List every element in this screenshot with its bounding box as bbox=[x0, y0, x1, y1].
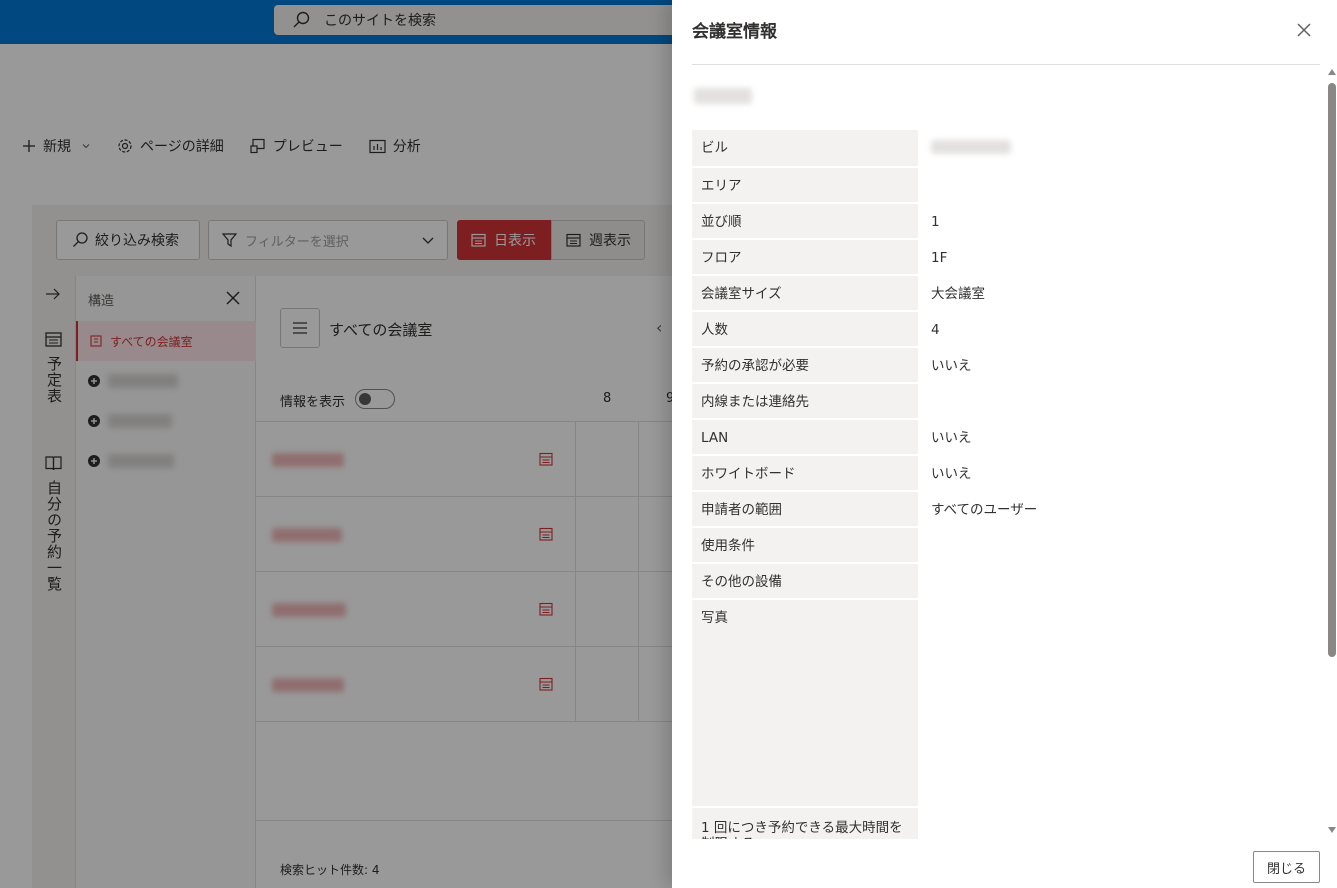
property-value: 1F bbox=[918, 240, 1320, 274]
property-value: すべてのユーザー bbox=[918, 492, 1320, 526]
property-key: 予約の承認が必要 bbox=[692, 348, 918, 382]
property-value: 大会議室 bbox=[918, 276, 1320, 310]
property-row: 会議室サイズ 大会議室 bbox=[692, 276, 1320, 310]
property-key: ビル bbox=[692, 130, 918, 166]
property-row: 内線または連絡先 bbox=[692, 384, 1320, 418]
property-key: 申請者の範囲 bbox=[692, 492, 918, 526]
property-key: その他の設備 bbox=[692, 564, 918, 598]
property-row: ビル bbox=[692, 130, 1320, 166]
property-row: 並び順 1 bbox=[692, 204, 1320, 238]
room-info-panel: 会議室情報 ビル エリア 並び順 1 フロア 1F 会議室サイズ 大会議室 人数… bbox=[672, 0, 1337, 888]
property-value bbox=[918, 168, 1320, 202]
property-row: 予約の承認が必要 いいえ bbox=[692, 348, 1320, 382]
property-row: 写真 bbox=[692, 600, 1320, 806]
close-icon bbox=[1297, 23, 1311, 37]
property-key: 写真 bbox=[692, 600, 918, 806]
property-row: 使用条件 bbox=[692, 528, 1320, 562]
property-value bbox=[918, 528, 1320, 562]
scroll-up-arrow[interactable] bbox=[1328, 69, 1336, 75]
property-value: 1 bbox=[918, 204, 1320, 238]
scroll-down-arrow[interactable] bbox=[1328, 827, 1336, 833]
property-value: 4 bbox=[918, 312, 1320, 346]
property-key: エリア bbox=[692, 168, 918, 202]
property-key: 内線または連絡先 bbox=[692, 384, 918, 418]
property-key: ホワイトボード bbox=[692, 456, 918, 490]
property-row: その他の設備 bbox=[692, 564, 1320, 598]
property-row: 申請者の範囲 すべてのユーザー bbox=[692, 492, 1320, 526]
property-key: 人数 bbox=[692, 312, 918, 346]
property-value: いいえ bbox=[918, 456, 1320, 490]
property-value bbox=[918, 600, 1320, 806]
property-row: 人数 4 bbox=[692, 312, 1320, 346]
property-row: フロア 1F bbox=[692, 240, 1320, 274]
property-key: 使用条件 bbox=[692, 528, 918, 562]
property-value bbox=[918, 130, 1320, 166]
property-key: 並び順 bbox=[692, 204, 918, 238]
property-value bbox=[918, 808, 1320, 839]
property-key: 1 回につき予約できる最大時間を制限する bbox=[692, 808, 918, 839]
property-list: ビル エリア 並び順 1 フロア 1F 会議室サイズ 大会議室 人数 4 予約の… bbox=[692, 130, 1320, 839]
property-value: いいえ bbox=[918, 348, 1320, 382]
scrollbar-thumb[interactable] bbox=[1328, 83, 1336, 657]
property-value bbox=[918, 564, 1320, 598]
close-button[interactable]: 閉じる bbox=[1253, 851, 1320, 883]
property-row: LAN いいえ bbox=[692, 420, 1320, 454]
panel-close-button[interactable] bbox=[1292, 18, 1316, 42]
property-key: 会議室サイズ bbox=[692, 276, 918, 310]
property-row: ホワイトボード いいえ bbox=[692, 456, 1320, 490]
room-name bbox=[694, 88, 752, 104]
property-value: いいえ bbox=[918, 420, 1320, 454]
divider bbox=[692, 64, 1320, 65]
panel-title: 会議室情報 bbox=[692, 22, 777, 42]
property-key: フロア bbox=[692, 240, 918, 274]
property-row: エリア bbox=[692, 168, 1320, 202]
property-key: LAN bbox=[692, 420, 918, 454]
property-value bbox=[918, 384, 1320, 418]
property-row: 1 回につき予約できる最大時間を制限する bbox=[692, 808, 1320, 839]
